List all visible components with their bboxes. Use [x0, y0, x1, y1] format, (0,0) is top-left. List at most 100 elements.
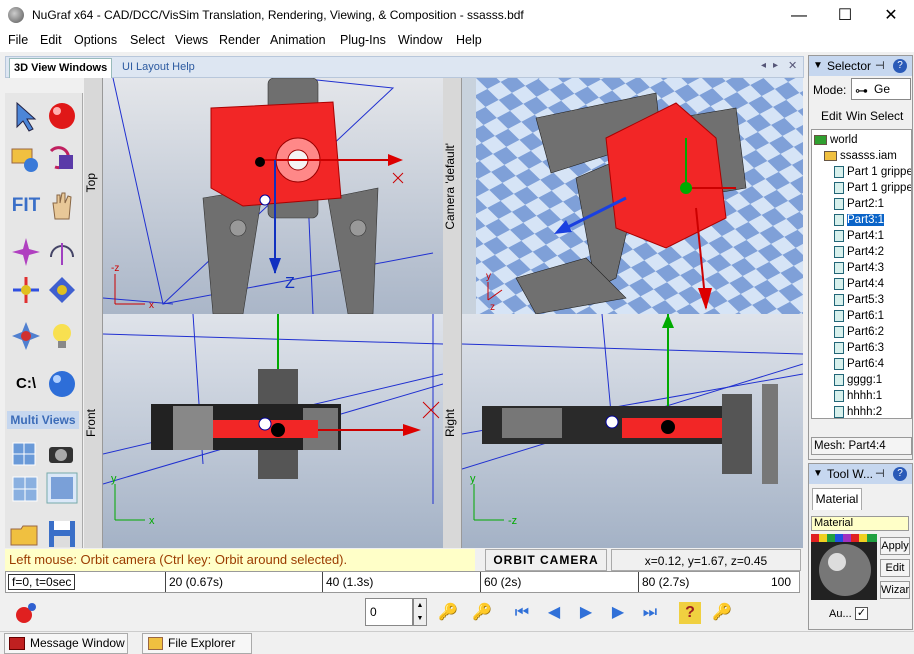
- scale-gizmo-icon[interactable]: [45, 273, 79, 307]
- tab-ui-layout-help[interactable]: UI Layout Help: [118, 58, 199, 78]
- menu-views[interactable]: Views: [175, 33, 208, 47]
- cube-layout-active-icon[interactable]: [45, 471, 79, 505]
- collapse-icon[interactable]: ▼: [813, 56, 823, 76]
- maximize-button[interactable]: ☐: [822, 0, 868, 31]
- red-sphere-icon[interactable]: [45, 99, 79, 133]
- animation-options-icon[interactable]: [13, 600, 39, 626]
- lightbulb-icon[interactable]: [45, 319, 79, 353]
- tree-node[interactable]: Part6:2: [834, 324, 884, 340]
- tree-node[interactable]: Part2:1: [834, 196, 884, 212]
- apply-button[interactable]: Apply: [880, 537, 910, 555]
- top-view-canvas[interactable]: Z -z x: [103, 78, 443, 314]
- tab-message-window[interactable]: Message Window: [4, 633, 128, 654]
- material-preview[interactable]: [811, 534, 877, 600]
- blue-sphere-icon[interactable]: [45, 367, 79, 401]
- menu-file[interactable]: File: [8, 33, 28, 47]
- camera-view-canvas[interactable]: y z: [476, 78, 803, 314]
- tree-node[interactable]: Part3:1: [834, 212, 885, 228]
- last-frame-icon[interactable]: ⏭: [639, 602, 661, 624]
- star-transform-icon[interactable]: [9, 235, 43, 269]
- action-select[interactable]: Select: [870, 109, 903, 123]
- message-window-icon: [9, 637, 25, 650]
- camera-view[interactable]: Camera 'default' y z: [443, 78, 803, 314]
- action-win[interactable]: Win: [846, 109, 867, 123]
- tree-node[interactable]: Part6:1: [834, 308, 884, 324]
- tree-node[interactable]: Part 1 grippe: [834, 180, 911, 196]
- edit-button[interactable]: Edit: [880, 559, 910, 577]
- save-scene-icon[interactable]: [45, 141, 79, 175]
- auto-checkbox[interactable]: ✓: [855, 607, 868, 620]
- tree-node[interactable]: Part5:3: [834, 292, 884, 308]
- top-view[interactable]: Top Z -z x: [84, 78, 443, 314]
- camera-icon[interactable]: [45, 435, 79, 469]
- help-icon[interactable]: ?: [679, 602, 701, 624]
- light-tool-icon[interactable]: [9, 319, 43, 353]
- mode-select[interactable]: ⊶ Ge: [851, 78, 911, 100]
- select-arrow-icon[interactable]: [9, 99, 43, 133]
- menu-window[interactable]: Window: [398, 33, 442, 47]
- tab-close-icon[interactable]: ✕: [788, 59, 797, 72]
- right-view[interactable]: Right y -z: [443, 314, 803, 548]
- pan-hand-icon[interactable]: [45, 189, 79, 223]
- menu-edit[interactable]: Edit: [40, 33, 62, 47]
- tree-node[interactable]: Part6:4: [834, 356, 884, 372]
- toolwin-help-icon[interactable]: ?: [893, 467, 907, 481]
- front-view[interactable]: Front y x: [84, 314, 443, 548]
- tab-3d-view-windows[interactable]: 3D View Windows: [9, 58, 113, 78]
- first-frame-icon[interactable]: ⏮: [511, 602, 533, 624]
- pin-icon[interactable]: ⊣: [875, 56, 885, 76]
- scene-tree[interactable]: world ssasss.iam Part 1 grippe Part 1 gripp…: [811, 129, 912, 419]
- tree-node[interactable]: Part 1 grippe: [834, 164, 911, 180]
- tree-node[interactable]: hhhh:2: [834, 404, 882, 418]
- tree-node[interactable]: Part4:2: [834, 244, 884, 260]
- minimize-button[interactable]: —: [776, 0, 822, 31]
- tab-prev-icon[interactable]: ◂: [761, 60, 766, 71]
- close-button[interactable]: ✕: [868, 0, 914, 31]
- next-frame-icon[interactable]: ▶: [607, 602, 629, 624]
- tree-node[interactable]: gggg:1: [834, 372, 882, 388]
- menu-render[interactable]: Render: [219, 33, 260, 47]
- tree-node[interactable]: Part6:3: [834, 340, 884, 356]
- part-icon: [834, 341, 844, 354]
- timeline[interactable]: f=0, t=0sec 20 (0.67s) 40 (1.3s) 60 (2s)…: [5, 571, 800, 593]
- menu-select[interactable]: Select: [130, 33, 165, 47]
- play-icon[interactable]: ▶: [575, 602, 597, 624]
- action-edit[interactable]: Edit: [821, 109, 842, 123]
- menu-help[interactable]: Help: [456, 33, 482, 47]
- frame-input[interactable]: 0: [365, 598, 413, 626]
- key-settings-icon[interactable]: 🔑: [711, 602, 733, 624]
- move-gizmo-icon[interactable]: [9, 273, 43, 307]
- tree-node[interactable]: Part4:4: [834, 276, 884, 292]
- menu-plugins[interactable]: Plug-Ins: [340, 33, 386, 47]
- tab-material[interactable]: Material: [812, 488, 862, 510]
- fit-button[interactable]: FIT: [9, 189, 43, 223]
- tree-node[interactable]: ssasss.iam: [824, 148, 897, 164]
- open-scene-icon[interactable]: [9, 141, 43, 175]
- toolwin-collapse-icon[interactable]: ▼: [813, 464, 823, 484]
- grid-view-icon[interactable]: [9, 435, 43, 469]
- folder-open-icon[interactable]: [9, 517, 43, 551]
- front-view-canvas[interactable]: y x: [103, 314, 443, 548]
- help-icon[interactable]: ?: [893, 59, 907, 73]
- drive-c-button[interactable]: C:\: [9, 367, 43, 401]
- toolwin-pin-icon[interactable]: ⊣: [875, 464, 885, 484]
- cube-layout-icon[interactable]: [9, 471, 43, 505]
- menu-animation[interactable]: Animation: [270, 33, 326, 47]
- tree-node[interactable]: world: [814, 132, 857, 148]
- status-message: Left mouse: Orbit camera (Ctrl key: Orbi…: [5, 549, 475, 571]
- tree-node[interactable]: hhhh:1: [834, 388, 882, 404]
- right-view-canvas[interactable]: y -z: [462, 314, 803, 548]
- wizard-button[interactable]: Wizard: [880, 581, 910, 599]
- frame-spinner[interactable]: ▲ ▼: [413, 598, 427, 626]
- set-key-icon[interactable]: 🔑: [437, 602, 459, 624]
- tab-next-icon[interactable]: ▸: [773, 60, 778, 71]
- tree-node[interactable]: Part4:3: [834, 260, 884, 276]
- tree-node[interactable]: Part4:1: [834, 228, 884, 244]
- rotate-icon[interactable]: [45, 235, 79, 269]
- floppy-save-icon[interactable]: [45, 517, 79, 551]
- material-field[interactable]: Material: [811, 516, 909, 531]
- tab-file-explorer[interactable]: File Explorer: [142, 633, 252, 654]
- prev-frame-icon[interactable]: ◀: [543, 602, 565, 624]
- delete-key-icon[interactable]: 🔑: [471, 602, 493, 624]
- menu-options[interactable]: Options: [74, 33, 117, 47]
